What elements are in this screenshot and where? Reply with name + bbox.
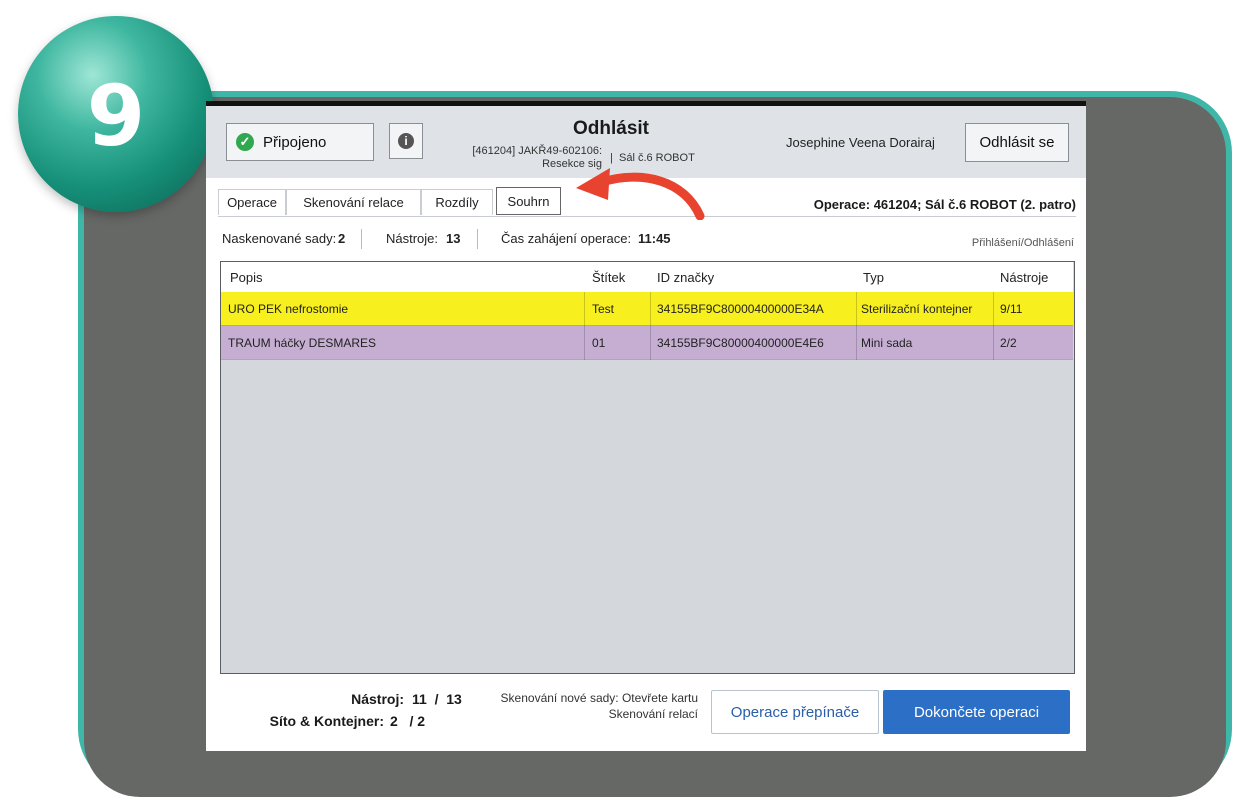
- column-header-nastroje[interactable]: Nástroje: [1000, 270, 1048, 285]
- info-button[interactable]: i: [389, 123, 423, 159]
- page-title: Odhlásit: [572, 118, 649, 139]
- finish-operation-button[interactable]: Dokončete operaci: [883, 690, 1070, 734]
- cell-typ: Sterilizační kontejner: [861, 302, 973, 316]
- column-header-popis[interactable]: Popis: [230, 270, 263, 285]
- cell-divider: [584, 292, 585, 326]
- connected-button[interactable]: ✓ Připojeno: [226, 123, 374, 161]
- cell-typ: Mini sada: [861, 336, 913, 350]
- stats-separator: [477, 229, 478, 249]
- cell-divider: [993, 292, 994, 326]
- table-row[interactable]: TRAUM háčky DESMARES 01 34155BF9C8000040…: [221, 326, 1073, 360]
- tab-operace[interactable]: Operace: [218, 189, 286, 215]
- stats-separator: [361, 229, 362, 249]
- cell-id: 34155BF9C80000400000E34A: [657, 302, 824, 316]
- logout-button[interactable]: Odhlásit se: [965, 123, 1069, 162]
- cell-divider: [856, 292, 857, 326]
- cell-nastroje: 9/11: [1000, 302, 1023, 316]
- cell-divider: [650, 326, 651, 360]
- user-name: Josephine Veena Dorairaj: [786, 135, 935, 150]
- column-header-id[interactable]: ID značky: [657, 270, 714, 285]
- column-header-stitek[interactable]: Štítek: [592, 270, 625, 285]
- tools-label: Nástroje:: [386, 231, 439, 246]
- footer-sieve-value: 2 / 2: [390, 713, 426, 729]
- cell-divider: [650, 292, 651, 326]
- check-circle-icon: ✓: [236, 133, 254, 151]
- scan-note-line1: Skenování nové sady: Otevřete kartu: [500, 691, 698, 705]
- case-id: [461204] JAKŘ49-602106:: [472, 145, 602, 157]
- table-header: Popis Štítek ID značky Typ Nástroje: [221, 262, 1073, 293]
- footer-sieve-label: Síto & Kontejner:: [269, 713, 384, 729]
- column-header-typ[interactable]: Typ: [863, 270, 884, 285]
- stats-bar: Naskenované sady: 2 Nástroje: 13 Čas zah…: [222, 229, 1082, 249]
- cell-divider: [856, 326, 857, 360]
- connected-label: Připojeno: [263, 133, 327, 151]
- cell-stitek: Test: [592, 302, 615, 316]
- tools-value: 13: [446, 231, 461, 246]
- cell-stitek: 01: [592, 336, 606, 350]
- tab-skenovani-relace[interactable]: Skenování relace: [286, 189, 421, 215]
- info-icon: i: [398, 133, 414, 149]
- step-number: 9: [86, 67, 146, 165]
- start-value: 11:45: [638, 231, 671, 246]
- tab-souhrn[interactable]: Souhrn: [496, 187, 561, 215]
- cell-popis: URO PEK nefrostomie: [228, 302, 349, 316]
- footer-tools-label: Nástroj:: [351, 691, 404, 707]
- tab-rozdily[interactable]: Rozdíly: [421, 189, 493, 215]
- scan-note-line2: Skenování relací: [608, 707, 698, 721]
- cell-id: 34155BF9C80000400000E4E6: [657, 336, 824, 350]
- curved-arrow-icon: [576, 168, 705, 220]
- start-label: Čas zahájení operace:: [501, 231, 632, 246]
- table-row[interactable]: URO PEK nefrostomie Test 34155BF9C800004…: [221, 292, 1073, 326]
- sets-value: 2: [338, 231, 346, 246]
- cell-nastroje: 2/2: [1000, 336, 1017, 350]
- sets-table: Popis Štítek ID značky Typ Nástroje URO …: [220, 261, 1075, 674]
- cell-divider: [993, 326, 994, 360]
- cell-divider: [584, 326, 585, 360]
- switch-operation-button[interactable]: Operace přepínače: [711, 690, 879, 734]
- footer-tools-value: 11 / 13: [412, 691, 462, 707]
- sets-label: Naskenované sady:: [222, 231, 337, 246]
- surgery-info: Operace: 461204; Sál č.6 ROBOT (2. patro…: [813, 197, 1076, 212]
- login-logout-link[interactable]: Přihlášení/Odhlášení: [972, 237, 1074, 249]
- cell-popis: TRAUM háčky DESMARES: [228, 336, 377, 350]
- step-badge: 9: [18, 16, 214, 212]
